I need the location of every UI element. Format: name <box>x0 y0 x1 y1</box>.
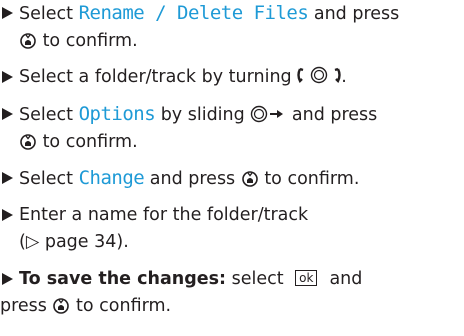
step-3-post2: and press <box>286 105 378 125</box>
triangle-bullet-icon <box>2 172 13 184</box>
controller-press-icon <box>53 298 70 314</box>
triangle-bullet-icon <box>2 273 13 285</box>
triangle-bullet-icon <box>2 7 13 19</box>
triangle-bullet-icon <box>2 71 13 83</box>
display-term-change: Change <box>78 167 145 189</box>
step-4-post2: to confirm. <box>258 169 360 189</box>
controller-turn-icon <box>297 66 341 84</box>
instruction-page: Select Rename / Delete Files and press t… <box>0 0 464 336</box>
display-term-options: Options <box>78 103 156 125</box>
step-6: To save the changes: select ok and press … <box>0 269 363 316</box>
step-1-line2: to confirm. <box>37 31 138 51</box>
triangle-bullet-icon <box>2 108 13 120</box>
step-1-pre: Select <box>19 4 79 24</box>
step-4-pre: Select <box>19 169 79 189</box>
step-5-line1: Enter a name for the folder/track <box>19 205 309 225</box>
controller-slide-right-icon <box>251 105 284 123</box>
step-3: Select Options by sliding and press to c… <box>0 101 377 156</box>
step-2-post: . <box>341 67 347 87</box>
step-1: Select Rename / Delete Files and press t… <box>0 0 399 55</box>
step-2-pre: Select a folder/track by turning <box>19 67 298 87</box>
controller-press-icon <box>241 171 258 187</box>
step-6-line2-pre: press <box>0 296 53 316</box>
step-6-pre: select <box>226 269 290 289</box>
step-3-post: by sliding <box>155 105 251 125</box>
step-6-line2-post: to confirm. <box>70 296 172 316</box>
page-reference: (▷ page 34). <box>19 232 129 252</box>
ok-softkey: ok <box>295 270 318 286</box>
display-term-rename-delete: Rename / Delete Files <box>78 2 309 24</box>
controller-press-icon <box>20 134 36 150</box>
step-3-line2: to confirm. <box>37 132 138 152</box>
step-4-post: and press <box>144 169 241 189</box>
step-6-bold: To save the changes: <box>19 269 227 289</box>
step-1-post: and press <box>308 4 400 24</box>
step-2: Select a folder/track by turning . <box>0 64 347 91</box>
step-4: Select Change and press to confirm. <box>0 165 359 193</box>
controller-press-icon <box>20 33 36 49</box>
step-3-pre: Select <box>19 105 79 125</box>
triangle-bullet-icon <box>2 209 13 221</box>
step-5: Enter a name for the folder/track (▷ pag… <box>0 202 308 256</box>
